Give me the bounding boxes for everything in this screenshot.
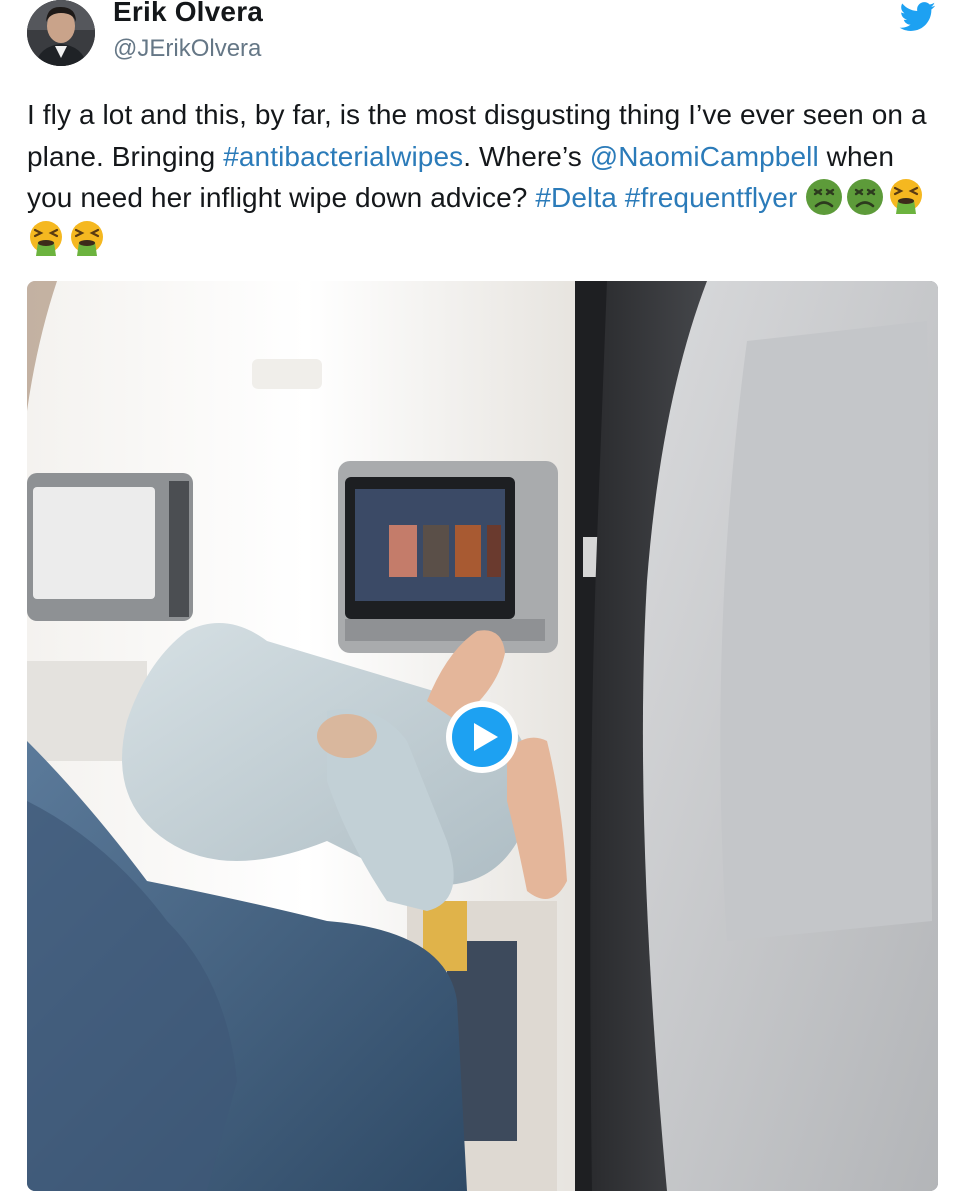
vomiting-face-icon [68, 220, 106, 258]
nauseated-face-icon [805, 178, 843, 216]
author-handle[interactable]: @JErikOlvera [113, 35, 261, 63]
nauseated-face-icon [846, 178, 884, 216]
hashtag-link[interactable]: #frequentflyer [625, 182, 798, 213]
author-avatar[interactable] [27, 0, 95, 66]
hashtag-link[interactable]: #Delta [535, 182, 617, 213]
tweet-card: Erik Olvera @JErikOlvera I fly a lot and… [0, 0, 960, 1197]
mention-link[interactable]: @NaomiCampbell [590, 141, 819, 172]
video-thumbnail[interactable] [27, 281, 938, 1191]
vomiting-face-icon [27, 220, 65, 258]
author-display-name[interactable]: Erik Olvera [113, 0, 263, 28]
play-icon[interactable] [443, 698, 521, 776]
twitter-bird-icon[interactable] [899, 2, 937, 32]
tweet-text-segment [617, 182, 625, 213]
hashtag-link[interactable]: #antibacterialwipes [223, 141, 463, 172]
tweet-text-segment: . Where’s [463, 140, 590, 172]
vomiting-face-icon [887, 178, 925, 216]
tweet-body: I fly a lot and this, by far, is the mos… [27, 94, 942, 260]
